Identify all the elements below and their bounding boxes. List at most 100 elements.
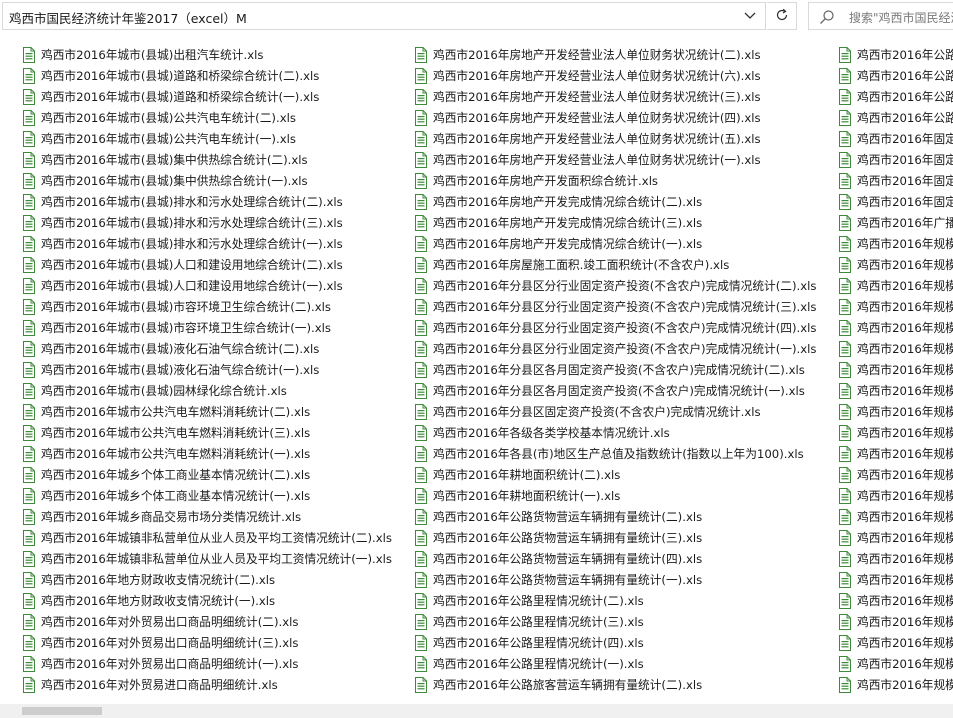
file-item[interactable]: 鸡西市2016年房地产开发经营业法人单位财务状况统计(五).xls: [410, 128, 817, 149]
file-item[interactable]: 鸡西市2016年城市公共汽电车燃料消耗统计(二).xls: [18, 401, 392, 422]
file-item[interactable]: 鸡西市2016年公路里程情况统计(二).xls: [410, 590, 817, 611]
file-item[interactable]: 鸡西市2016年城市(县城)市容环境卫生综合统计(一).xls: [18, 317, 392, 338]
file-item[interactable]: 鸡西市2016年固定: [834, 191, 953, 212]
file-item[interactable]: 鸡西市2016年城市(县城)集中供热综合统计(一).xls: [18, 170, 392, 191]
file-item[interactable]: 鸡西市2016年房地产开发经营业法人单位财务状况统计(二).xls: [410, 44, 817, 65]
file-item[interactable]: 鸡西市2016年城市(县城)公共汽电车统计(二).xls: [18, 107, 392, 128]
file-item[interactable]: 鸡西市2016年地方财政收支情况统计(一).xls: [18, 590, 392, 611]
file-item[interactable]: 鸡西市2016年规模: [834, 674, 953, 695]
file-item[interactable]: 鸡西市2016年房地产开发经营业法人单位财务状况统计(三).xls: [410, 86, 817, 107]
file-item[interactable]: 鸡西市2016年规模: [834, 527, 953, 548]
file-item[interactable]: 鸡西市2016年公路: [834, 65, 953, 86]
file-item[interactable]: 鸡西市2016年城市(县城)道路和桥梁综合统计(一).xls: [18, 86, 392, 107]
file-item[interactable]: 鸡西市2016年城市(县城)排水和污水处理综合统计(二).xls: [18, 191, 392, 212]
file-item[interactable]: 鸡西市2016年房屋施工面积.竣工面积统计(不含农户).xls: [410, 254, 817, 275]
file-item[interactable]: 鸡西市2016年广播: [834, 212, 953, 233]
file-item[interactable]: 鸡西市2016年分县区分行业固定资产投资(不含农户)完成情况统计(二).xls: [410, 275, 817, 296]
file-item[interactable]: 鸡西市2016年城市(县城)排水和污水处理综合统计(三).xls: [18, 212, 392, 233]
file-item[interactable]: 鸡西市2016年规模: [834, 359, 953, 380]
file-item[interactable]: 鸡西市2016年城乡商品交易市场分类情况统计.xls: [18, 506, 392, 527]
file-item[interactable]: 鸡西市2016年公路里程情况统计(四).xls: [410, 632, 817, 653]
file-item[interactable]: 鸡西市2016年城市(县城)市容环境卫生综合统计(二).xls: [18, 296, 392, 317]
file-item[interactable]: 鸡西市2016年地方财政收支情况统计(二).xls: [18, 569, 392, 590]
file-item[interactable]: 鸡西市2016年分县区分行业固定资产投资(不含农户)完成情况统计(三).xls: [410, 296, 817, 317]
file-item[interactable]: 鸡西市2016年房地产开发完成情况综合统计(一).xls: [410, 233, 817, 254]
refresh-button[interactable]: [767, 2, 797, 30]
file-item[interactable]: 鸡西市2016年规模: [834, 233, 953, 254]
file-item[interactable]: 鸡西市2016年房地产开发完成情况综合统计(三).xls: [410, 212, 817, 233]
file-item[interactable]: 鸡西市2016年对外贸易进口商品明细统计.xls: [18, 674, 392, 695]
file-item[interactable]: 鸡西市2016年各县(市)地区生产总值及指数统计(指数以上年为100).xls: [410, 443, 817, 464]
file-item[interactable]: 鸡西市2016年公路: [834, 107, 953, 128]
file-item[interactable]: 鸡西市2016年房地产开发完成情况综合统计(二).xls: [410, 191, 817, 212]
file-item[interactable]: 鸡西市2016年公路里程情况统计(三).xls: [410, 611, 817, 632]
file-item[interactable]: 鸡西市2016年规模: [834, 653, 953, 674]
chevron-down-icon[interactable]: [735, 3, 765, 29]
file-item[interactable]: 鸡西市2016年规模: [834, 275, 953, 296]
file-item[interactable]: 鸡西市2016年城乡个体工商业基本情况统计(一).xls: [18, 485, 392, 506]
file-item[interactable]: 鸡西市2016年规模: [834, 485, 953, 506]
file-item[interactable]: 鸡西市2016年规模: [834, 590, 953, 611]
file-item[interactable]: 鸡西市2016年固定: [834, 128, 953, 149]
file-item[interactable]: 鸡西市2016年公路货物营运车辆拥有量统计(三).xls: [410, 527, 817, 548]
file-item[interactable]: 鸡西市2016年城市(县城)集中供热综合统计(二).xls: [18, 149, 392, 170]
file-item[interactable]: 鸡西市2016年分县区分行业固定资产投资(不含农户)完成情况统计(四).xls: [410, 317, 817, 338]
file-item[interactable]: 鸡西市2016年城市(县城)人口和建设用地综合统计(二).xls: [18, 254, 392, 275]
file-item[interactable]: 鸡西市2016年规模: [834, 464, 953, 485]
file-item[interactable]: 鸡西市2016年公路货物营运车辆拥有量统计(一).xls: [410, 569, 817, 590]
file-item[interactable]: 鸡西市2016年固定: [834, 170, 953, 191]
file-item[interactable]: 鸡西市2016年城市公共汽电车燃料消耗统计(三).xls: [18, 422, 392, 443]
file-item[interactable]: 鸡西市2016年规模: [834, 506, 953, 527]
file-item[interactable]: 鸡西市2016年城市(县城)人口和建设用地综合统计(一).xls: [18, 275, 392, 296]
search-input[interactable]: 搜索"鸡西市国民经济: [808, 2, 953, 30]
file-item[interactable]: 鸡西市2016年城市(县城)排水和污水处理综合统计(一).xls: [18, 233, 392, 254]
file-item[interactable]: 鸡西市2016年城市(县城)公共汽电车统计(一).xls: [18, 128, 392, 149]
file-item[interactable]: 鸡西市2016年公路里程情况统计(一).xls: [410, 653, 817, 674]
file-item[interactable]: 鸡西市2016年各级各类学校基本情况统计.xls: [410, 422, 817, 443]
file-item[interactable]: 鸡西市2016年分县区各月固定资产投资(不含农户)完成情况统计(二).xls: [410, 359, 817, 380]
file-item[interactable]: 鸡西市2016年房地产开发经营业法人单位财务状况统计(四).xls: [410, 107, 817, 128]
file-item[interactable]: 鸡西市2016年规模: [834, 254, 953, 275]
file-item[interactable]: 鸡西市2016年城市(县城)园林绿化综合统计.xls: [18, 380, 392, 401]
file-item[interactable]: 鸡西市2016年公路货物营运车辆拥有量统计(二).xls: [410, 506, 817, 527]
file-item[interactable]: 鸡西市2016年规模: [834, 401, 953, 422]
file-item[interactable]: 鸡西市2016年规模: [834, 317, 953, 338]
file-item[interactable]: 鸡西市2016年规模: [834, 569, 953, 590]
file-item[interactable]: 鸡西市2016年规模: [834, 338, 953, 359]
file-item[interactable]: 鸡西市2016年对外贸易出口商品明细统计(二).xls: [18, 611, 392, 632]
file-item[interactable]: 鸡西市2016年公路: [834, 86, 953, 107]
file-item[interactable]: 鸡西市2016年规模: [834, 611, 953, 632]
file-item[interactable]: 鸡西市2016年分县区分行业固定资产投资(不含农户)完成情况统计(一).xls: [410, 338, 817, 359]
scrollbar-thumb[interactable]: [22, 707, 102, 715]
file-item[interactable]: 鸡西市2016年城市(县城)液化石油气综合统计(二).xls: [18, 338, 392, 359]
file-item[interactable]: 鸡西市2016年公路旅客营运车辆拥有量统计(二).xls: [410, 674, 817, 695]
file-item[interactable]: 鸡西市2016年城市(县城)液化石油气综合统计(一).xls: [18, 359, 392, 380]
address-path[interactable]: 鸡西市国民经济统计年鉴2017（excel）M: [9, 8, 247, 27]
file-item[interactable]: 鸡西市2016年房地产开发经营业法人单位财务状况统计(一).xls: [410, 149, 817, 170]
file-item[interactable]: 鸡西市2016年规模: [834, 548, 953, 569]
file-item[interactable]: 鸡西市2016年公路货物营运车辆拥有量统计(四).xls: [410, 548, 817, 569]
file-item[interactable]: 鸡西市2016年对外贸易出口商品明细统计(一).xls: [18, 653, 392, 674]
file-item[interactable]: 鸡西市2016年城市(县城)道路和桥梁综合统计(二).xls: [18, 65, 392, 86]
file-item[interactable]: 鸡西市2016年房地产开发经营业法人单位财务状况统计(六).xls: [410, 65, 817, 86]
file-item[interactable]: 鸡西市2016年公路: [834, 44, 953, 65]
file-item[interactable]: 鸡西市2016年城镇非私营单位从业人员及平均工资情况统计(一).xls: [18, 548, 392, 569]
file-item[interactable]: 鸡西市2016年城乡个体工商业基本情况统计(二).xls: [18, 464, 392, 485]
file-item[interactable]: 鸡西市2016年城市公共汽电车燃料消耗统计(一).xls: [18, 443, 392, 464]
file-item[interactable]: 鸡西市2016年规模: [834, 422, 953, 443]
file-item[interactable]: 鸡西市2016年规模: [834, 632, 953, 653]
file-item[interactable]: 鸡西市2016年固定: [834, 149, 953, 170]
horizontal-scrollbar[interactable]: [0, 704, 953, 718]
file-item[interactable]: 鸡西市2016年规模: [834, 380, 953, 401]
file-item[interactable]: 鸡西市2016年耕地面积统计(二).xls: [410, 464, 817, 485]
file-item[interactable]: 鸡西市2016年城市(县城)出租汽车统计.xls: [18, 44, 392, 65]
file-item[interactable]: 鸡西市2016年规模: [834, 296, 953, 317]
file-item[interactable]: 鸡西市2016年对外贸易出口商品明细统计(三).xls: [18, 632, 392, 653]
file-item[interactable]: 鸡西市2016年分县区固定资产投资(不含农户)完成情况统计.xls: [410, 401, 817, 422]
file-item[interactable]: 鸡西市2016年分县区各月固定资产投资(不含农户)完成情况统计(一).xls: [410, 380, 817, 401]
address-bar[interactable]: 鸡西市国民经济统计年鉴2017（excel）M: [2, 2, 766, 30]
file-item[interactable]: 鸡西市2016年规模: [834, 443, 953, 464]
file-item[interactable]: 鸡西市2016年城镇非私营单位从业人员及平均工资情况统计(二).xls: [18, 527, 392, 548]
file-item[interactable]: 鸡西市2016年房地产开发面积综合统计.xls: [410, 170, 817, 191]
file-item[interactable]: 鸡西市2016年耕地面积统计(一).xls: [410, 485, 817, 506]
